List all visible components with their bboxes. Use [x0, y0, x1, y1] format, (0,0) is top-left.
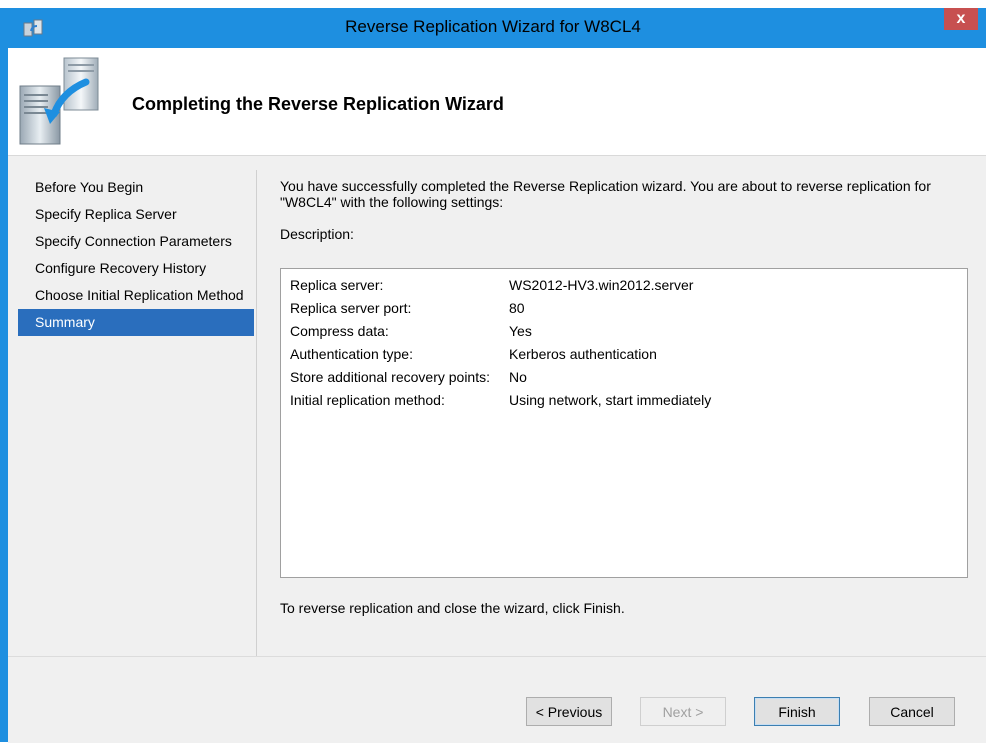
setting-key: Compress data: — [290, 323, 389, 339]
previous-button[interactable]: < Previous — [526, 697, 612, 726]
server-replication-icon — [19, 57, 99, 145]
wizard-client-area: Completing the Reverse Replication Wizar… — [8, 48, 986, 743]
finish-hint-text: To reverse replication and close the wiz… — [280, 600, 625, 616]
description-box[interactable]: Replica server: WS2012-HV3.win2012.serve… — [280, 268, 968, 578]
setting-value: Using network, start immediately — [509, 392, 712, 408]
setting-value: Kerberos authentication — [509, 346, 657, 362]
description-label: Description: — [280, 226, 354, 242]
nav-divider — [256, 170, 257, 656]
settings-row: Compress data: Yes — [281, 319, 967, 342]
nav-step-summary[interactable]: Summary — [18, 309, 254, 336]
setting-value: No — [509, 369, 527, 385]
nav-step-before-you-begin[interactable]: Before You Begin — [18, 174, 254, 201]
summary-content: You have successfully completed the Reve… — [280, 178, 970, 616]
nav-step-configure-recovery-history[interactable]: Configure Recovery History — [18, 255, 254, 282]
page-title: Completing the Reverse Replication Wizar… — [132, 94, 504, 114]
next-button[interactable]: Next > — [640, 697, 726, 726]
setting-key: Authentication type: — [290, 346, 413, 362]
summary-intro-text: You have successfully completed the Reve… — [280, 178, 931, 210]
wizard-window: Reverse Replication Wizard for W8CL4 x C… — [0, 8, 986, 743]
setting-key: Replica server port: — [290, 300, 412, 316]
settings-row: Replica server: WS2012-HV3.win2012.serve… — [281, 273, 967, 296]
wizard-header: Completing the Reverse Replication Wizar… — [8, 48, 986, 156]
nav-step-specify-connection-parameters[interactable]: Specify Connection Parameters — [18, 228, 254, 255]
window-title: Reverse Replication Wizard for W8CL4 — [345, 17, 641, 36]
settings-row: Initial replication method: Using networ… — [281, 388, 967, 411]
wizard-body: Before You Begin Specify Replica Server … — [8, 156, 986, 656]
desktop-background-strip — [0, 0, 986, 8]
setting-value: 80 — [509, 300, 525, 316]
close-button[interactable]: x — [944, 8, 978, 30]
nav-step-choose-initial-replication-method[interactable]: Choose Initial Replication Method — [18, 282, 254, 309]
title-bar[interactable]: Reverse Replication Wizard for W8CL4 x — [0, 8, 986, 48]
cancel-button[interactable]: Cancel — [869, 697, 955, 726]
setting-key: Initial replication method: — [290, 392, 445, 408]
settings-row: Replica server port: 80 — [281, 296, 967, 319]
setting-key: Store additional recovery points: — [290, 369, 490, 385]
setting-value: Yes — [509, 323, 532, 339]
finish-button[interactable]: Finish — [754, 697, 840, 726]
nav-step-specify-replica-server[interactable]: Specify Replica Server — [18, 201, 254, 228]
setting-value: WS2012-HV3.win2012.server — [509, 277, 694, 293]
wizard-steps-nav: Before You Begin Specify Replica Server … — [18, 174, 254, 336]
settings-row: Store additional recovery points: No — [281, 365, 967, 388]
wizard-footer: < Previous Next > Finish Cancel — [8, 656, 986, 743]
setting-key: Replica server: — [290, 277, 384, 293]
settings-row: Authentication type: Kerberos authentica… — [281, 342, 967, 365]
